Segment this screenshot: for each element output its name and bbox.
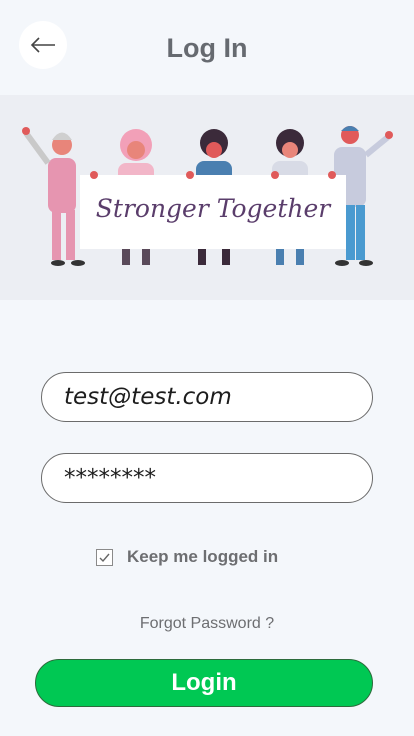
keep-logged-in-checkbox[interactable] xyxy=(96,548,113,566)
keep-logged-in-row: Keep me logged in xyxy=(96,545,278,569)
banner-illustration: Stronger Together xyxy=(0,95,414,300)
login-button[interactable]: Login xyxy=(35,659,373,707)
password-input[interactable] xyxy=(64,465,372,491)
sign-text: Stronger Together xyxy=(96,194,332,223)
email-field[interactable] xyxy=(41,372,373,422)
keep-logged-in-label: Keep me logged in xyxy=(127,547,279,566)
page-title: Log In xyxy=(166,33,248,63)
password-field[interactable] xyxy=(41,453,373,503)
person-figure xyxy=(22,127,85,266)
header: Log In xyxy=(0,0,414,95)
check-icon xyxy=(99,553,110,562)
forgot-password-link[interactable]: Forgot Password ? xyxy=(0,615,414,633)
email-input[interactable] xyxy=(64,384,372,410)
